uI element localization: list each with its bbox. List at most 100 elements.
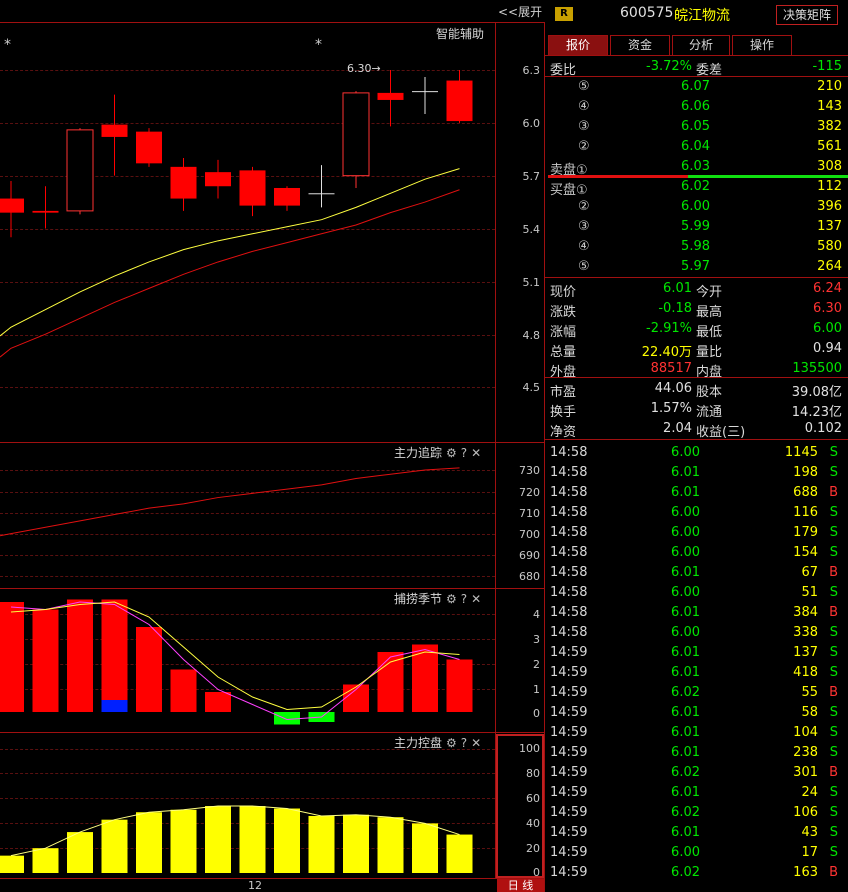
sell-level-4[interactable]: ④ 6.06 143 bbox=[548, 97, 848, 117]
trade-time: 14:59 bbox=[550, 825, 588, 840]
trade-side: B bbox=[829, 685, 838, 700]
control-bar bbox=[136, 812, 162, 873]
y-axis-label: 40 bbox=[526, 817, 540, 830]
chart-area[interactable]: 智能辅助 * * 6.30→ 6.3 6.0 5.7 5.4 5.1 4.8 4… bbox=[0, 0, 545, 892]
y-axis-label: 1 bbox=[533, 683, 540, 696]
r-badge: R bbox=[555, 7, 573, 21]
trade-row[interactable]: 14:59 6.01 137 S bbox=[548, 643, 848, 663]
quote-value: 39.08亿 bbox=[791, 385, 842, 400]
quote-label: 换手 bbox=[550, 405, 577, 420]
sell-level-5[interactable]: ⑤ 6.07 210 bbox=[548, 77, 848, 97]
quote-value: 0.102 bbox=[804, 421, 842, 436]
trade-row[interactable]: 14:59 6.02 163 B bbox=[548, 863, 848, 883]
trade-row[interactable]: 14:59 6.00 17 S bbox=[548, 843, 848, 863]
tab-analysis[interactable]: 分析 bbox=[672, 35, 730, 55]
trade-row[interactable]: 14:58 6.00 51 S bbox=[548, 583, 848, 603]
order-ratio-value: -3.72% bbox=[646, 59, 692, 74]
close-icon[interactable]: ✕ bbox=[471, 592, 481, 606]
y-axis-label: 3 bbox=[533, 633, 540, 646]
trade-row[interactable]: 14:59 6.01 43 S bbox=[548, 823, 848, 843]
control-axis-box bbox=[496, 734, 544, 878]
tab-operation[interactable]: 操作 bbox=[732, 35, 792, 55]
quote-label: 收益(三) bbox=[696, 425, 746, 440]
trade-row[interactable]: 14:58 6.01 67 B bbox=[548, 563, 848, 583]
trade-price: 6.01 bbox=[671, 705, 700, 720]
trade-row[interactable]: 14:58 6.00 179 S bbox=[548, 523, 848, 543]
trade-side: S bbox=[829, 645, 838, 660]
y-axis-label: 5.1 bbox=[522, 276, 541, 289]
trade-volume: 338 bbox=[793, 625, 818, 640]
y-axis-label: 730 bbox=[519, 464, 540, 477]
quote-value: -0.18 bbox=[658, 301, 692, 316]
tab-quote[interactable]: 报价 bbox=[548, 35, 608, 55]
control-bar bbox=[0, 855, 24, 873]
trade-side: S bbox=[829, 585, 838, 600]
quote-value: 6.24 bbox=[813, 281, 842, 296]
trade-volume: 301 bbox=[793, 765, 818, 780]
control-bar bbox=[67, 832, 93, 873]
trade-row[interactable]: 14:59 6.01 58 S bbox=[548, 703, 848, 723]
close-icon[interactable]: ✕ bbox=[471, 446, 481, 460]
y-axis-label: 700 bbox=[519, 528, 540, 541]
help-icon[interactable]: ? bbox=[461, 446, 467, 460]
close-icon[interactable]: ✕ bbox=[471, 736, 481, 750]
sell-level-1[interactable]: 卖盘① 6.03 308 bbox=[548, 157, 848, 178]
y-axis-label: 720 bbox=[519, 486, 540, 499]
sell-level-2[interactable]: ② 6.04 561 bbox=[548, 137, 848, 157]
right-panel-border-top bbox=[545, 55, 848, 56]
trade-row[interactable]: 14:59 6.01 104 S bbox=[548, 723, 848, 743]
tab-funds[interactable]: 资金 bbox=[610, 35, 670, 55]
sell-level-3[interactable]: ③ 6.05 382 bbox=[548, 117, 848, 137]
trade-row[interactable]: 14:59 6.01 418 S bbox=[548, 663, 848, 683]
trade-row[interactable]: 14:58 6.00 154 S bbox=[548, 543, 848, 563]
trade-row[interactable]: 14:59 6.02 55 B bbox=[548, 683, 848, 703]
trade-row[interactable]: 14:58 6.00 116 S bbox=[548, 503, 848, 523]
trade-row[interactable]: 14:58 6.01 688 B bbox=[548, 483, 848, 503]
trade-row[interactable]: 14:59 6.02 106 S bbox=[548, 803, 848, 823]
trade-row[interactable]: 14:58 6.01 198 S bbox=[548, 463, 848, 483]
trade-row[interactable]: 14:58 6.01 384 B bbox=[548, 603, 848, 623]
gear-icon[interactable]: ⚙ bbox=[446, 736, 457, 750]
y-axis-label: 6.3 bbox=[522, 64, 541, 77]
quote-value: 6.01 bbox=[663, 281, 692, 296]
trade-price: 6.01 bbox=[671, 665, 700, 680]
buy-level-4[interactable]: ④ 5.98 580 bbox=[548, 237, 848, 257]
y-axis-label: 4.8 bbox=[522, 329, 541, 342]
buy-level-5[interactable]: ⑤ 5.97 264 bbox=[548, 257, 848, 277]
trade-row[interactable]: 14:59 6.02 301 B bbox=[548, 763, 848, 783]
trade-row[interactable]: 14:59 6.01 238 S bbox=[548, 743, 848, 763]
y-axis-label: 710 bbox=[519, 507, 540, 520]
trade-row[interactable]: 14:59 6.01 24 S bbox=[548, 783, 848, 803]
control-bar bbox=[308, 815, 335, 873]
trade-volume: 137 bbox=[793, 645, 818, 660]
buy-level-2[interactable]: ② 6.00 396 bbox=[548, 197, 848, 217]
trade-row[interactable]: 14:58 6.00 1145 S bbox=[548, 443, 848, 463]
buy-level-1[interactable]: 买盘① 6.02 112 bbox=[548, 177, 848, 198]
help-icon[interactable]: ? bbox=[461, 592, 467, 606]
gear-icon[interactable]: ⚙ bbox=[446, 446, 457, 460]
period-tab-daily[interactable]: 日 线 bbox=[497, 879, 544, 892]
quote-label: 流通 bbox=[696, 405, 723, 420]
quote-row: 外盘 88517 内盘 135500 bbox=[548, 359, 848, 380]
quote-label: 总量 bbox=[550, 345, 577, 360]
trade-volume: 179 bbox=[793, 525, 818, 540]
quote-value: 1.57% bbox=[650, 401, 692, 416]
season-bar-positive bbox=[32, 609, 59, 712]
quote-label: 今开 bbox=[696, 285, 723, 300]
quote-value: 6.30 bbox=[813, 301, 842, 316]
decision-matrix-button[interactable]: 决策矩阵 bbox=[776, 5, 838, 25]
main-force-tracking-chart bbox=[0, 467, 460, 537]
season-bar-positive bbox=[67, 599, 93, 712]
quote-row: 总量 22.40万 量比 0.94 bbox=[548, 339, 848, 360]
help-icon[interactable]: ? bbox=[461, 736, 467, 750]
trade-side: B bbox=[829, 565, 838, 580]
trade-price: 6.02 bbox=[671, 865, 700, 880]
buy-level-3[interactable]: ③ 5.99 137 bbox=[548, 217, 848, 237]
trade-time: 14:58 bbox=[550, 445, 588, 460]
gear-icon[interactable]: ⚙ bbox=[446, 592, 457, 606]
quote-value: 0.94 bbox=[813, 341, 842, 356]
y-axis-label: 690 bbox=[519, 549, 540, 562]
order-diff-value: -115 bbox=[812, 59, 842, 74]
trade-row[interactable]: 14:58 6.00 338 S bbox=[548, 623, 848, 643]
trade-volume: 17 bbox=[801, 845, 818, 860]
